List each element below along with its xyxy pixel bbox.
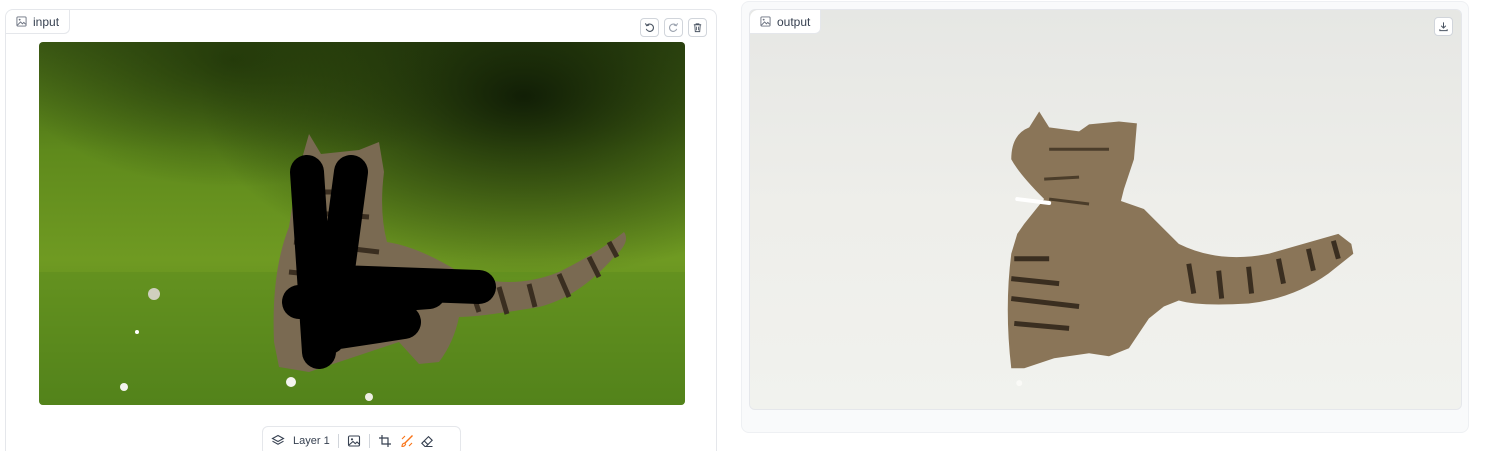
image-upload-button[interactable] — [347, 430, 361, 451]
eraser-icon — [420, 435, 433, 448]
download-button[interactable] — [1434, 17, 1453, 36]
input-canvas[interactable] — [39, 42, 685, 405]
undo-button[interactable] — [640, 18, 659, 37]
crop-button[interactable] — [378, 430, 392, 451]
crop-icon — [378, 435, 391, 447]
output-image-panel: output — [749, 9, 1462, 410]
redo-icon — [669, 23, 679, 32]
clear-button[interactable] — [688, 18, 707, 37]
download-icon — [1439, 22, 1448, 32]
image-icon — [16, 16, 27, 27]
trash-icon — [693, 23, 702, 33]
image-icon — [760, 16, 771, 27]
output-container: output — [741, 1, 1469, 433]
toolbar-divider — [368, 434, 370, 448]
output-image — [750, 10, 1461, 409]
eraser-button[interactable] — [420, 430, 434, 451]
layer-label: Layer 1 — [293, 435, 330, 447]
input-image — [39, 42, 685, 405]
redo-button[interactable] — [664, 18, 683, 37]
layer-selector[interactable]: Layer 1 — [271, 430, 330, 451]
undo-icon — [644, 23, 654, 32]
output-label-text: output — [777, 14, 811, 29]
brush-icon — [401, 435, 413, 448]
input-label-text: input — [33, 14, 60, 29]
input-label: input — [6, 10, 71, 34]
toolbar-divider — [337, 434, 339, 448]
output-label: output — [750, 10, 822, 34]
image-upload-icon — [347, 435, 360, 447]
input-image-editor: input Layer 1 — [5, 9, 717, 451]
editor-toolbar: Layer 1 — [262, 426, 461, 451]
layers-icon — [271, 434, 285, 445]
brush-button[interactable] — [400, 430, 414, 451]
